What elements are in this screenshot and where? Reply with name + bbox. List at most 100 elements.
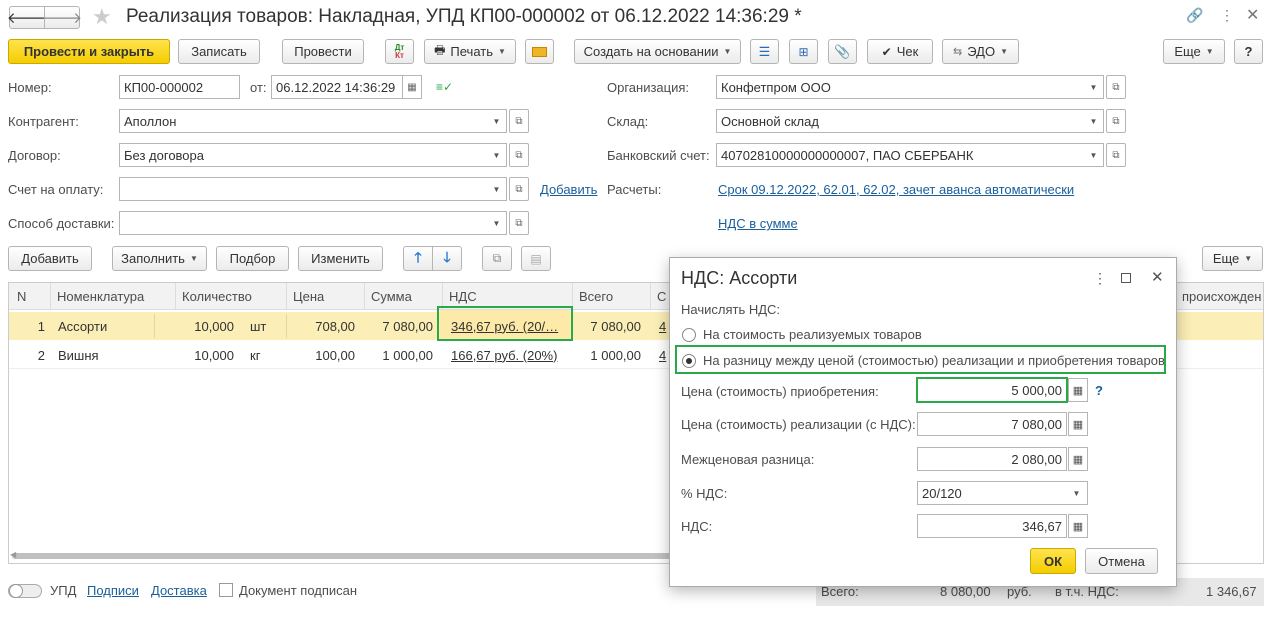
number-input[interactable]: КП00-000002 (119, 75, 240, 99)
col-header-name[interactable]: Номенклатура (51, 283, 176, 310)
row-unit[interactable]: шт (246, 312, 276, 340)
signatures-link[interactable]: Подписи (87, 583, 139, 598)
col-header-sum[interactable]: Сумма (365, 283, 443, 310)
forward-button[interactable]: 🡒 (42, 6, 82, 29)
warehouse-input[interactable]: Основной склад (716, 109, 1085, 133)
vat-calc-button[interactable]: ▦ (1068, 514, 1088, 538)
help-button[interactable]: ? (1234, 39, 1263, 64)
delivery-input[interactable] (119, 211, 488, 235)
warehouse-dropdown[interactable]: ▼ (1084, 109, 1104, 133)
col-header-total[interactable]: Всего (573, 283, 651, 310)
purchase-calc-button[interactable]: ▦ (1068, 378, 1088, 402)
price-diff-input[interactable]: 2 080,00 (917, 447, 1067, 471)
organization-dropdown[interactable]: ▼ (1084, 75, 1104, 99)
star-icon[interactable]: ★ (92, 4, 112, 30)
invoice-dropdown[interactable]: ▼ (487, 177, 507, 201)
email-button[interactable] (525, 39, 554, 64)
vat-amount-input[interactable]: 346,67 (917, 514, 1067, 538)
invoice-open-button[interactable]: ⧉ (509, 177, 529, 201)
receipt-button[interactable]: ✔ Чек (867, 39, 933, 64)
col-header-origin[interactable]: происхожден (1176, 283, 1264, 310)
move-down-button[interactable]: 🡓 (432, 246, 462, 271)
move-up-button[interactable]: 🡑 (403, 246, 433, 271)
edo-button[interactable]: ⇆ ЭДО ▼ (942, 39, 1019, 64)
bank-account-dropdown[interactable]: ▼ (1084, 143, 1104, 167)
print-button[interactable]: 🖶 Печать ▼ (424, 39, 516, 64)
row-sum[interactable]: 7 080,00 (365, 312, 437, 340)
horizontal-scrollbar[interactable] (12, 553, 672, 559)
date-input[interactable]: 06.12.2022 14:36:29 (271, 75, 403, 99)
col-header-extra[interactable]: С (651, 283, 671, 310)
paste-row-button[interactable]: ▤ (521, 246, 551, 271)
vat-rate-select[interactable]: 20/120 (917, 481, 1067, 505)
row-total[interactable]: 7 080,00 (573, 312, 645, 340)
row-price[interactable]: 708,00 (287, 312, 359, 340)
col-header-n[interactable]: N (9, 283, 51, 310)
vat-in-sum-link[interactable]: НДС в сумме (718, 216, 798, 231)
table-add-button[interactable]: Добавить (8, 246, 92, 271)
dialog-more-icon[interactable]: ⋮ (1093, 270, 1107, 287)
vat-rate-dropdown[interactable]: ▼ (1066, 481, 1088, 505)
help-icon[interactable]: ? (1095, 383, 1103, 398)
row-extra-link[interactable]: 4 (655, 312, 669, 340)
table-more-button[interactable]: Еще ▼ (1202, 246, 1263, 271)
upd-toggle[interactable] (8, 584, 42, 598)
row-name[interactable]: Ассорти (54, 312, 154, 340)
post-and-close-button[interactable]: Провести и закрыть (8, 39, 170, 64)
col-header-price[interactable]: Цена (287, 283, 365, 310)
delivery-dropdown[interactable]: ▼ (487, 211, 507, 235)
bank-account-open-button[interactable]: ⧉ (1106, 143, 1126, 167)
contract-dropdown[interactable]: ▼ (487, 143, 507, 167)
delivery-link[interactable]: Доставка (151, 583, 207, 598)
contract-open-button[interactable]: ⧉ (509, 143, 529, 167)
back-button[interactable]: 🡐 (7, 6, 47, 29)
row-extra-link[interactable]: 4 (655, 341, 669, 369)
calendar-button[interactable]: ▦ (402, 75, 422, 99)
more-menu-icon[interactable]: ⋮ (1220, 7, 1234, 24)
dialog-maximize-icon[interactable] (1121, 273, 1131, 283)
invoice-input[interactable] (119, 177, 488, 201)
table-fill-button[interactable]: Заполнить ▼ (112, 246, 207, 271)
dialog-close-icon[interactable]: ✕ (1151, 268, 1164, 286)
more-button[interactable]: Еще ▼ (1163, 39, 1225, 64)
bank-account-input[interactable]: 40702810000000000007, ПАО СБЕРБАНК (716, 143, 1085, 167)
diff-calc-button[interactable]: ▦ (1068, 447, 1088, 471)
option1-radio[interactable] (682, 328, 696, 342)
settlements-link[interactable]: Срок 09.12.2022, 62.01, 62.02, зачет ава… (718, 182, 1074, 197)
create-based-button[interactable]: Создать на основании ▼ (574, 39, 741, 64)
link-icon[interactable]: 🔗 (1186, 7, 1203, 24)
scroll-left-icon[interactable]: ◀ (10, 550, 16, 559)
invoice-add-link[interactable]: Добавить (540, 182, 597, 197)
row-qty[interactable]: 10,000 (176, 312, 238, 340)
organization-open-button[interactable]: ⧉ (1106, 75, 1126, 99)
warehouse-open-button[interactable]: ⧉ (1106, 109, 1126, 133)
contractor-input[interactable]: Аполлон (119, 109, 488, 133)
structure-button[interactable]: ⊞ (789, 39, 818, 64)
cancel-button[interactable]: Отмена (1085, 548, 1158, 574)
sale-price-input[interactable]: 7 080,00 (917, 412, 1067, 436)
signed-checkbox[interactable] (219, 583, 233, 597)
ok-button[interactable]: ОК (1030, 548, 1076, 574)
save-button[interactable]: Записать (178, 39, 260, 64)
list-button[interactable]: ☰ (750, 39, 779, 64)
col-header-qty[interactable]: Количество (176, 283, 287, 310)
contract-input[interactable]: Без договора (119, 143, 488, 167)
close-icon[interactable]: ✕ (1246, 5, 1259, 25)
copy-row-button[interactable]: ⧉ (482, 246, 512, 271)
row-qty[interactable]: 10,000 (176, 341, 238, 369)
organization-input[interactable]: Конфетпром ООО (716, 75, 1085, 99)
delivery-open-button[interactable]: ⧉ (509, 211, 529, 235)
row-sum[interactable]: 1 000,00 (365, 341, 437, 369)
row-price[interactable]: 100,00 (287, 341, 359, 369)
contractor-dropdown[interactable]: ▼ (487, 109, 507, 133)
contractor-open-button[interactable]: ⧉ (509, 109, 529, 133)
option1-label[interactable]: На стоимость реализуемых товаров (703, 327, 922, 342)
row-unit[interactable]: кг (246, 341, 276, 369)
sale-calc-button[interactable]: ▦ (1068, 412, 1088, 436)
post-button[interactable]: Провести (282, 39, 364, 64)
row-vat-link[interactable]: 166,67 руб. (20%) (447, 341, 569, 369)
table-change-button[interactable]: Изменить (298, 246, 383, 271)
row-total[interactable]: 1 000,00 (573, 341, 645, 369)
attach-button[interactable]: 📎 (828, 39, 857, 64)
dtkt-button[interactable]: Дт Кт (385, 39, 414, 64)
